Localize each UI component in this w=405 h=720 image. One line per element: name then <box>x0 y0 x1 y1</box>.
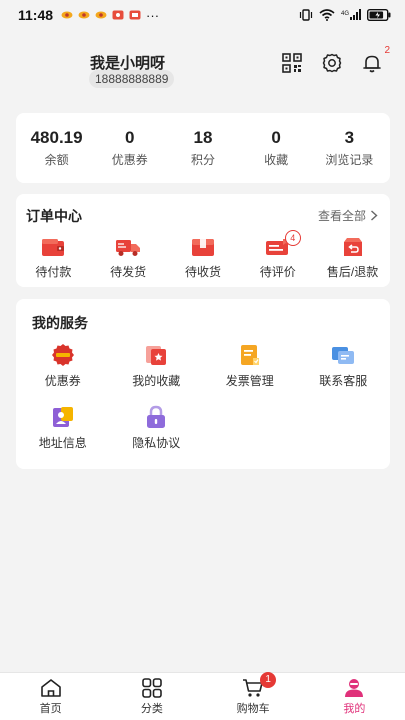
service-label: 联系客服 <box>319 374 368 388</box>
invoice-icon <box>240 345 259 365</box>
service-invoice[interactable]: 发票管理 <box>203 343 297 389</box>
tab-cart[interactable]: 1 购物车 <box>218 671 288 716</box>
stat-label: 浏览记录 <box>325 153 374 167</box>
stat-label: 余额 <box>44 153 69 167</box>
order-status-row: 待付款 待发货 待收货 4 待评价 售后/退款 <box>16 230 390 280</box>
service-address[interactable]: 地址信息 <box>16 405 110 451</box>
order-pending-receipt[interactable]: 待收货 <box>166 236 240 280</box>
battery-icon <box>367 9 391 21</box>
cart-count-badge: 1 <box>260 671 277 688</box>
order-label: 待收货 <box>184 265 221 279</box>
status-bar: 11:48 ··· 4G <box>0 0 405 30</box>
order-center-title: 订单中心 <box>26 208 82 224</box>
view-all-orders-link[interactable]: 查看全部 <box>318 207 378 224</box>
stat-value: 18 <box>193 128 213 147</box>
order-pending-payment[interactable]: 待付款 <box>16 236 90 280</box>
notification-badge: 2 <box>384 45 390 56</box>
stat-value: 3 <box>344 128 355 147</box>
stat-value: 480.19 <box>30 128 83 147</box>
stat-label: 积分 <box>190 153 215 167</box>
tab-label: 购物车 <box>236 702 270 715</box>
order-pending-shipment[interactable]: 待发货 <box>91 236 165 280</box>
home-icon <box>40 678 61 697</box>
coupon-icon <box>51 344 74 366</box>
service-privacy-policy[interactable]: 隐私协议 <box>110 405 204 451</box>
order-center-card: 订单中心 查看全部 待付款 待发货 待收货 4 待评价 售后/退款 <box>16 194 390 287</box>
stat-value: 0 <box>271 128 281 147</box>
stat-label: 收藏 <box>264 153 289 167</box>
stat-coupons[interactable]: 0 优惠券 <box>95 128 165 168</box>
chevron-right-icon <box>371 210 378 221</box>
refund-icon <box>343 238 362 256</box>
order-label: 待评价 <box>259 265 296 279</box>
settings-gear-icon[interactable] <box>321 52 343 74</box>
customer-service-icon <box>332 347 355 364</box>
eye-app-icon <box>78 11 90 19</box>
profile-header: 我是小明呀 18888888889 2 <box>0 45 405 98</box>
view-all-label: 查看全部 <box>317 209 366 223</box>
signal-icon: 4G <box>341 9 361 20</box>
stat-value: 0 <box>125 128 135 147</box>
eye-app-icon <box>61 11 73 19</box>
services-grid: 优惠券 我的收藏 发票管理 联系客服 地址信息 隐私协议 <box>16 343 390 451</box>
eye-app-icon <box>95 11 107 19</box>
user-phone: 18888888889 <box>89 70 175 88</box>
tab-label: 分类 <box>140 702 163 715</box>
status-time: 11:48 <box>18 7 54 23</box>
status-right: 4G <box>299 9 391 21</box>
stat-browse-history[interactable]: 3 浏览记录 <box>314 128 384 168</box>
red-app-icon <box>129 10 141 20</box>
order-label: 待付款 <box>35 265 72 279</box>
my-services-title: 我的服务 <box>32 315 88 331</box>
truck-icon <box>116 240 141 256</box>
red-app-icon <box>112 10 124 20</box>
tab-category[interactable]: 分类 <box>117 677 187 716</box>
tab-label: 我的 <box>343 702 366 715</box>
wifi-icon <box>319 9 335 21</box>
privacy-lock-icon <box>147 405 166 428</box>
stat-label: 优惠券 <box>111 153 148 167</box>
vibrate-icon <box>299 9 313 21</box>
my-services-card: 我的服务 优惠券 我的收藏 发票管理 联系客服 地址信息 隐私协议 <box>16 299 390 469</box>
status-left: 11:48 ··· <box>18 7 159 23</box>
bell-icon <box>363 55 381 73</box>
qr-code-icon[interactable] <box>281 52 303 74</box>
stat-balance[interactable]: 480.19 余额 <box>22 128 92 168</box>
package-icon <box>191 239 214 256</box>
stat-points[interactable]: 18 积分 <box>168 128 238 168</box>
wallet-icon <box>42 239 65 256</box>
favorite-icon <box>146 346 167 365</box>
service-label: 地址信息 <box>38 436 87 450</box>
header-actions: 2 <box>281 45 390 74</box>
service-label: 我的收藏 <box>132 374 181 388</box>
more-notifications: ··· <box>146 7 160 23</box>
user-icon <box>345 678 364 697</box>
review-count-badge: 4 <box>284 230 301 246</box>
tab-mine[interactable]: 我的 <box>319 678 389 716</box>
address-icon <box>52 407 73 427</box>
tab-home[interactable]: 首页 <box>16 678 86 716</box>
svg-text:4G: 4G <box>341 11 349 17</box>
bottom-tab-bar: 首页 分类 1 购物车 我的 <box>0 671 405 720</box>
service-customer-support[interactable]: 联系客服 <box>297 343 391 389</box>
account-stats-card: 480.19 余额 0 优惠券 18 积分 0 收藏 3 浏览记录 <box>16 113 390 183</box>
notification-bell[interactable]: 2 <box>361 45 390 74</box>
tab-label: 首页 <box>39 702 62 715</box>
order-pending-review[interactable]: 4 待评价 <box>241 230 315 280</box>
service-coupons[interactable]: 优惠券 <box>16 343 110 389</box>
order-label: 待发货 <box>110 265 147 279</box>
order-label: 售后/退款 <box>326 265 379 279</box>
service-label: 优惠券 <box>44 374 81 388</box>
service-label: 发票管理 <box>225 374 274 388</box>
service-favorites[interactable]: 我的收藏 <box>110 343 204 389</box>
order-after-sales[interactable]: 售后/退款 <box>316 236 390 280</box>
category-icon <box>142 677 162 698</box>
service-label: 隐私协议 <box>132 436 181 450</box>
stat-favorites[interactable]: 0 收藏 <box>241 128 311 168</box>
